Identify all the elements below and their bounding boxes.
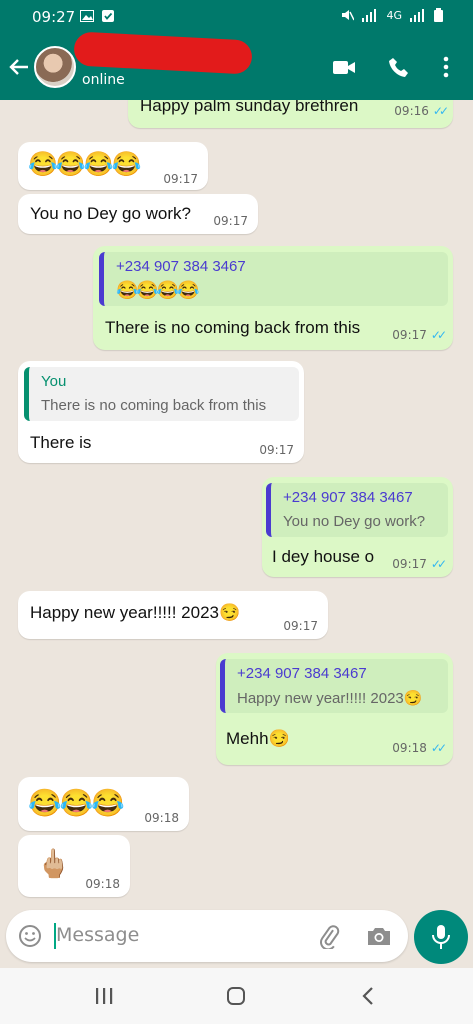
gallery-notification-icon bbox=[80, 10, 94, 22]
mic-button[interactable] bbox=[414, 910, 468, 964]
message-emoji: 🖕🏼 bbox=[36, 848, 71, 879]
read-tick-icon: ✓✓ bbox=[430, 741, 447, 755]
mic-icon bbox=[432, 925, 450, 949]
network-type: 4G bbox=[386, 8, 402, 22]
message-meta: 09:17 bbox=[283, 619, 318, 633]
message-bubble-incoming[interactable]: 🖕🏼 09:18 bbox=[18, 835, 130, 897]
battery-icon bbox=[434, 8, 443, 22]
read-tick-icon: ✓✓ bbox=[430, 328, 447, 342]
contact-avatar[interactable] bbox=[34, 46, 76, 88]
nav-back-icon[interactable] bbox=[360, 986, 376, 1006]
attach-icon[interactable] bbox=[316, 923, 342, 949]
read-tick-icon: ✓✓ bbox=[430, 557, 447, 571]
signal-2-icon bbox=[410, 9, 424, 22]
message-time: 09:16 bbox=[394, 104, 429, 118]
message-text: There is no coming back from this bbox=[105, 318, 361, 337]
message-bubble-outgoing[interactable]: Happy palm sunday brethren 09:16 ✓✓ bbox=[128, 100, 453, 128]
check-notification-icon bbox=[102, 10, 114, 22]
recents-icon[interactable] bbox=[94, 986, 114, 1006]
message-bubble-incoming[interactable]: You no Dey go work? 09:17 bbox=[18, 194, 258, 234]
message-bubble-outgoing[interactable]: +234 907 384 3467 Happy new year!!!!! 20… bbox=[216, 653, 453, 765]
status-bar: 09:27 4G bbox=[0, 0, 473, 34]
message-time: 09:18 bbox=[85, 877, 120, 891]
message-text: You no Dey go work? bbox=[30, 204, 191, 223]
message-time: 09:18 bbox=[392, 741, 427, 755]
message-time: 09:17 bbox=[259, 443, 294, 457]
message-text: I dey house o bbox=[272, 547, 375, 566]
phone-icon[interactable] bbox=[388, 56, 410, 78]
message-meta: 09:17 ✓✓ bbox=[392, 328, 447, 342]
quoted-text: 😂😂😂😂 bbox=[116, 280, 200, 300]
message-time: 09:17 bbox=[213, 214, 248, 228]
message-emoji: 😂😂😂😂 bbox=[28, 151, 142, 178]
quoted-sender: +234 907 384 3467 bbox=[283, 489, 413, 506]
message-input[interactable]: Message bbox=[56, 924, 139, 946]
camera-icon[interactable] bbox=[366, 925, 392, 947]
message-text: Happy new year!!!!! 2023😏 bbox=[30, 603, 241, 622]
message-bubble-incoming[interactable]: 😂😂😂😂 09:17 bbox=[18, 142, 208, 190]
message-bubble-incoming[interactable]: Happy new year!!!!! 2023😏 09:17 bbox=[18, 591, 328, 639]
message-text: Mehh😏 bbox=[226, 729, 290, 748]
message-text: There is bbox=[30, 433, 92, 452]
message-composer: Message bbox=[6, 910, 408, 962]
chat-header: online bbox=[0, 31, 473, 100]
message-time: 09:17 bbox=[283, 619, 318, 633]
status-time: 09:27 bbox=[32, 8, 76, 26]
mute-icon bbox=[342, 10, 355, 21]
message-meta: 09:17 bbox=[259, 443, 294, 457]
message-meta: 09:18 bbox=[85, 877, 120, 891]
emoji-icon[interactable] bbox=[18, 924, 42, 948]
quoted-message[interactable]: +234 907 384 3467 Happy new year!!!!! 20… bbox=[220, 659, 448, 713]
home-icon[interactable] bbox=[226, 986, 246, 1006]
message-bubble-outgoing[interactable]: +234 907 384 3467 You no Dey go work? I … bbox=[262, 477, 453, 577]
message-meta: 09:17 bbox=[163, 172, 198, 186]
message-time: 09:17 bbox=[392, 328, 427, 342]
redacted-contact-name bbox=[73, 31, 253, 75]
message-meta: 09:16 ✓✓ bbox=[394, 104, 449, 118]
contact-status: online bbox=[82, 72, 125, 88]
message-time: 09:17 bbox=[163, 172, 198, 186]
back-arrow-icon[interactable] bbox=[8, 56, 30, 78]
system-nav-bar bbox=[0, 968, 473, 1024]
message-bubble-incoming[interactable]: 😂😂😂 09:18 bbox=[18, 777, 189, 831]
quoted-text: There is no coming back from this bbox=[41, 397, 267, 414]
video-call-icon[interactable] bbox=[332, 56, 356, 78]
signal-icon bbox=[362, 9, 377, 22]
message-emoji: 😂😂😂 bbox=[28, 788, 125, 818]
message-time: 09:17 bbox=[392, 557, 427, 571]
message-text: Happy palm sunday brethren bbox=[140, 100, 359, 115]
quoted-sender: You bbox=[41, 373, 67, 390]
message-meta: 09:17 bbox=[213, 214, 248, 228]
quoted-message[interactable]: You There is no coming back from this bbox=[24, 367, 299, 421]
quoted-text: You no Dey go work? bbox=[283, 513, 426, 530]
message-bubble-incoming[interactable]: You There is no coming back from this Th… bbox=[18, 361, 304, 463]
message-meta: 09:17 ✓✓ bbox=[392, 557, 447, 571]
more-icon[interactable] bbox=[443, 56, 449, 78]
quoted-text: Happy new year!!!!! 2023😏 bbox=[237, 690, 423, 707]
message-meta: 09:18 ✓✓ bbox=[392, 741, 447, 755]
quoted-message[interactable]: +234 907 384 3467 😂😂😂😂 bbox=[99, 252, 448, 306]
quoted-sender: +234 907 384 3467 bbox=[116, 258, 246, 275]
message-bubble-outgoing[interactable]: +234 907 384 3467 😂😂😂😂 There is no comin… bbox=[93, 246, 453, 350]
chat-area[interactable]: Happy palm sunday brethren 09:16 ✓✓ 😂😂😂😂 … bbox=[0, 100, 473, 910]
message-meta: 09:18 bbox=[144, 811, 179, 825]
quoted-sender: +234 907 384 3467 bbox=[237, 665, 367, 682]
status-indicators: 4G bbox=[340, 8, 443, 22]
quoted-message[interactable]: +234 907 384 3467 You no Dey go work? bbox=[266, 483, 448, 537]
message-time: 09:18 bbox=[144, 811, 179, 825]
read-tick-icon: ✓✓ bbox=[432, 104, 449, 118]
